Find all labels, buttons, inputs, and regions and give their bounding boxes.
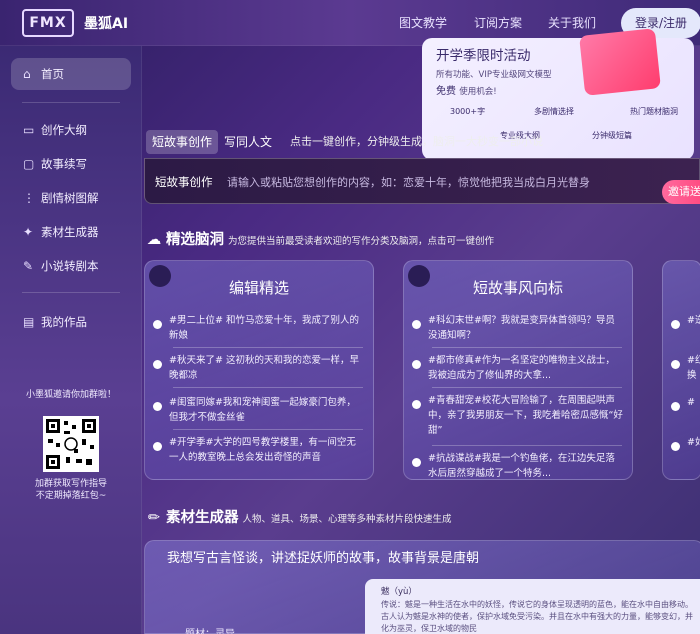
sidebar: ⌂ 首页 ▭ 创作大纲 ▢ 故事续写 ⋮ 剧情树图解 ✦ 素材生成器 ✎ 小说转…: [0, 46, 142, 634]
divider: [173, 387, 363, 388]
item-text: #科幻末世#啊？我就是变异体首领吗？导员没通知啊？: [428, 315, 615, 341]
list-item[interactable]: #男二上位# 和竹马恋爱十年，我成了别人的新娘: [153, 313, 365, 343]
sidebar-divider: [22, 102, 120, 103]
pencil-icon: ✏: [147, 510, 161, 526]
generator-result: 魃（yù） 传说：魃是一种生活在水中的妖怪，传说它的身体呈现透明的蓝色，能在水中…: [365, 579, 700, 634]
sidebar-item-label: 首页: [41, 67, 64, 81]
story-input[interactable]: 短故事创作 请输入或粘贴您想创作的内容，如：恋爱十年，惊觉他把我当成白月光替身: [144, 158, 700, 204]
item-text: #闺蜜同嫁#我和宠神闺蜜一起嫁豪门包养，但我才不做金丝雀: [169, 397, 356, 423]
promo-free-sub: 使用机会!: [459, 87, 497, 97]
sidebar-item-material[interactable]: ✦ 素材生成器: [11, 216, 131, 248]
promo-feature: 3000+字: [450, 107, 486, 116]
list-item[interactable]: #如: [671, 435, 700, 451]
promo-feature: 分钟级短篇: [592, 131, 632, 140]
home-icon: ⌂: [23, 67, 31, 81]
card-title: 编辑精选: [228, 279, 289, 297]
card-trends: 短故事风向标 #科幻末世#啊？我就是变异体首领吗？导员没通知啊？ #都市修真#作…: [403, 260, 633, 480]
sidebar-item-label: 剧情树图解: [41, 191, 99, 205]
divider: [173, 429, 363, 430]
tab-short-story[interactable]: 短故事创作: [146, 130, 219, 154]
list-item[interactable]: #都市修真#作为一名坚定的唯物主义战士，我被迫成为了修仙界的大拿...: [412, 353, 624, 383]
nav-about[interactable]: 关于我们: [548, 14, 596, 31]
qr-code: [43, 416, 99, 472]
item-text: #青春甜宠#校花大冒险输了，在周围起哄声中，亲了我男朋友一下，我吃着哈密瓜感慨“…: [428, 395, 623, 436]
result-title: 魃（yù）: [381, 587, 417, 597]
sidebar-item-continue[interactable]: ▢ 故事续写: [11, 148, 131, 180]
promo-description: 所有功能、VIP专业级网文模型: [436, 70, 552, 80]
section-subtitle: 为您提供当前最受读者欢迎的写作分类及脑洞，点击可一键创作: [228, 236, 495, 247]
folder-icon: ▢: [23, 157, 35, 171]
sidebar-item-outline[interactable]: ▭ 创作大纲: [11, 114, 131, 146]
sidebar-item-label: 小说转剧本: [41, 259, 99, 273]
input-label: 短故事创作: [155, 175, 213, 189]
item-text: #开学季#大学的四号教学楼里，有一间空无一人的教室晚上总会发出奇怪的声音: [169, 437, 356, 463]
divider: [432, 445, 622, 446]
brain-icon: ☁: [146, 232, 162, 248]
section-subtitle: 人物、道具、场景、心理等多种素材片段快速生成: [242, 514, 452, 525]
item-text: #: [687, 397, 695, 408]
list-item[interactable]: #闺蜜同嫁#我和宠神闺蜜一起嫁豪门包养，但我才不做金丝雀: [153, 395, 365, 425]
item-text: #秋天来了# 这初秋的天和我的恋爱一样，早晚都凉: [169, 355, 359, 381]
sparkle-icon: ✦: [23, 225, 34, 239]
book-icon: ▤: [23, 315, 35, 329]
item-text: #抗战谍战#我是一个钓鱼佬，在江边失足落水后居然穿越成了一个特务...: [428, 453, 615, 479]
sidebar-item-plot-tree[interactable]: ⋮ 剧情树图解: [11, 182, 131, 214]
sidebar-item-label: 我的作品: [41, 315, 87, 329]
tab-hint: 点击一键创作，分钟级生成，脑洞一大秒变一部小说: [290, 135, 543, 148]
generator-header: ✏ 素材生成器 人物、道具、场景、心理等多种素材片段快速生成: [146, 506, 452, 527]
nav-tutorial[interactable]: 图文教学: [399, 14, 447, 31]
qr-subtitle-2: 不定期掉落红包~: [35, 491, 107, 501]
divider: [432, 387, 622, 388]
section-title: 精选脑洞: [166, 232, 224, 248]
list-item[interactable]: #秋天来了# 这初秋的天和我的恋爱一样，早晚都凉: [153, 353, 365, 383]
list-item[interactable]: #抗战谍战#我是一个钓鱼佬，在江边失足落水后居然穿越成了一个特务...: [412, 451, 624, 479]
item-text: #如: [687, 437, 700, 448]
sidebar-item-script[interactable]: ✎ 小说转剧本: [11, 250, 131, 282]
document-icon: ▭: [23, 123, 35, 137]
topic-label: 题材：灵异: [185, 625, 235, 634]
generator-prompt: 我想写古言怪谈，讲述捉妖师的故事，故事背景是唐朝: [167, 551, 480, 566]
divider: [432, 347, 622, 348]
result-body: 传说：魃是一种生活在水中的妖怪，传说它的身体呈现透明的蓝色，能在水中自由移动。古…: [381, 600, 693, 633]
brand-name: 墨狐AI: [84, 16, 129, 32]
list-item[interactable]: #红 换: [671, 353, 700, 383]
list-item[interactable]: #逆: [671, 313, 700, 329]
item-text: #男二上位# 和竹马恋爱十年，我成了别人的新娘: [169, 315, 359, 341]
pen-icon: ✎: [23, 259, 34, 273]
sidebar-item-label: 创作大纲: [41, 123, 87, 137]
card-partial: #逆 #红 换 # #如: [662, 260, 700, 480]
brainstorm-header: ☁ 精选脑洞 为您提供当前最受读者欢迎的写作分类及脑洞，点击可一键创作: [146, 228, 494, 249]
sidebar-item-label: 素材生成器: [41, 225, 99, 239]
divider: [173, 347, 363, 348]
list-item[interactable]: #: [671, 395, 700, 411]
sidebar-item-label: 故事续写: [41, 157, 87, 171]
generator-card[interactable]: 我想写古言怪谈，讲述捉妖师的故事，故事背景是唐朝 魃（yù） 传说：魃是一种生活…: [144, 540, 700, 634]
section-title: 素材生成器: [166, 510, 239, 526]
card-title: 短故事风向标: [472, 279, 563, 297]
sidebar-divider: [22, 292, 120, 293]
promo-feature: 多剧情选择: [534, 107, 574, 116]
nav-pricing[interactable]: 订阅方案: [474, 14, 522, 31]
tab-fanfic[interactable]: 写同人文: [218, 130, 278, 154]
sidebar-item-home[interactable]: ⌂ 首页: [11, 58, 131, 90]
promo-free: 免费 使用机会!: [436, 82, 497, 97]
list-item[interactable]: #科幻末世#啊？我就是变异体首领吗？导员没通知啊？: [412, 313, 624, 343]
item-text: #都市修真#作为一名坚定的唯物主义战士，我被迫成为了修仙界的大拿...: [428, 355, 615, 381]
item-text: #红 换: [687, 355, 700, 381]
invite-button[interactable]: 邀请送: [662, 180, 700, 204]
gift-box-icon: [579, 28, 661, 96]
sidebar-item-works[interactable]: ▤ 我的作品: [11, 306, 131, 338]
promo-free-label: 免费: [436, 86, 456, 97]
list-item[interactable]: #青春甜宠#校花大冒险输了，在周围起哄声中，亲了我男朋友一下，我吃着哈密瓜感慨“…: [412, 393, 624, 438]
logo[interactable]: FMX: [22, 9, 74, 37]
card-editor-picks: 编辑精选 #男二上位# 和竹马恋爱十年，我成了别人的新娘 #秋天来了# 这初秋的…: [144, 260, 374, 480]
tree-icon: ⋮: [23, 191, 35, 205]
promo-title: 开学季限时活动: [436, 48, 531, 64]
qr-title: 小墨狐邀请你加群啦！: [25, 390, 116, 400]
item-text: #逆: [687, 315, 700, 326]
input-placeholder: 请输入或粘贴您想创作的内容，如：恋爱十年，惊觉他把我当成白月光替身: [227, 176, 590, 189]
promo-feature: 热门题材脑洞: [630, 107, 678, 116]
list-item[interactable]: #开学季#大学的四号教学楼里，有一间空无一人的教室晚上总会发出奇怪的声音: [153, 435, 365, 465]
